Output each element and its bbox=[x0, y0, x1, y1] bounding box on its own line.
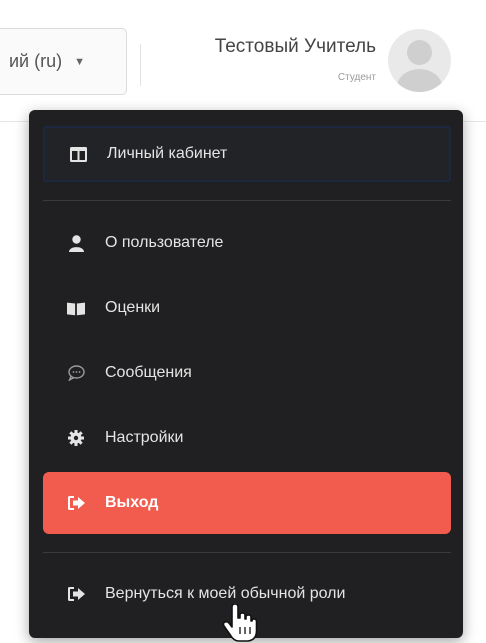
user-role: Студент bbox=[337, 72, 376, 83]
menu-item-settings[interactable]: Настройки bbox=[43, 410, 451, 466]
menu-divider bbox=[43, 552, 451, 553]
avatar-head bbox=[407, 40, 432, 65]
menu-item-label: О пользователе bbox=[105, 234, 224, 251]
chat-icon bbox=[67, 364, 85, 382]
menu-item-label: Выход bbox=[105, 494, 159, 511]
menu-item-label: Оценки bbox=[105, 299, 161, 316]
language-label: ий (ru) bbox=[9, 51, 63, 71]
gear-icon bbox=[67, 429, 85, 447]
caret-down-icon: ▼ bbox=[74, 55, 85, 68]
dashboard-icon bbox=[69, 145, 87, 163]
user-dropdown-menu: Личный кабинет О пользователе Оценки Соо… bbox=[29, 110, 463, 638]
avatar[interactable] bbox=[388, 29, 451, 92]
menu-item-label: Вернуться к моей обычной роли bbox=[105, 585, 346, 602]
user-icon bbox=[67, 234, 85, 252]
language-selector[interactable]: ий (ru) ▼ bbox=[0, 28, 127, 95]
menu-item-label: Личный кабинет bbox=[107, 145, 228, 162]
menu-item-dashboard[interactable]: Личный кабинет bbox=[43, 126, 451, 182]
header-divider bbox=[140, 44, 141, 86]
menu-divider bbox=[43, 200, 451, 201]
menu-item-logout[interactable]: Выход bbox=[43, 472, 451, 534]
user-name[interactable]: Тестовый Учитель bbox=[170, 36, 376, 58]
page-header: ий (ru) ▼ Тестовый Учитель Студент bbox=[0, 0, 486, 122]
sign-out-icon bbox=[67, 494, 85, 512]
menu-item-label: Настройки bbox=[105, 429, 184, 446]
menu-item-profile[interactable]: О пользователе bbox=[43, 215, 451, 271]
menu-item-grades[interactable]: Оценки bbox=[43, 280, 451, 336]
avatar-body bbox=[397, 69, 442, 92]
book-icon bbox=[67, 299, 85, 317]
menu-item-messages[interactable]: Сообщения bbox=[43, 345, 451, 401]
hand-pointer-cursor-icon bbox=[222, 603, 258, 642]
menu-item-label: Сообщения bbox=[105, 364, 192, 381]
sign-out-icon bbox=[67, 585, 85, 603]
